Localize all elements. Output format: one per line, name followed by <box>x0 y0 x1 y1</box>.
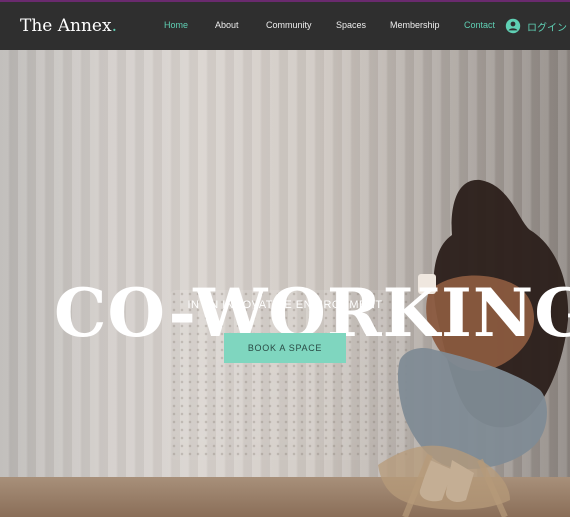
nav-item-community[interactable]: Community <box>266 20 312 30</box>
site-logo[interactable]: The Annex. <box>20 16 117 36</box>
nav-item-membership[interactable]: Membership <box>390 20 440 30</box>
login-button[interactable]: ログイン <box>505 16 567 36</box>
brand-dot: . <box>111 16 117 36</box>
nav-item-contact[interactable]: Contact <box>464 20 495 30</box>
nav-item-about[interactable]: About <box>215 20 239 30</box>
user-icon <box>505 18 521 34</box>
brand-name[interactable]: The Annex <box>20 16 112 36</box>
login-label: ログイン <box>527 22 567 34</box>
nav-item-home[interactable]: Home <box>164 20 188 30</box>
top-navigation: The Annex. Home About Community Spaces M… <box>0 2 570 50</box>
hero-section: CO-WORKING IN AN INNOVATIVE ENVIRONMENT … <box>0 50 570 517</box>
book-a-space-button[interactable]: BOOK A SPACE <box>224 333 346 363</box>
nav-item-spaces[interactable]: Spaces <box>336 20 366 30</box>
hero-subtitle: IN AN INNOVATIVE ENVIRONMENT <box>187 299 383 311</box>
